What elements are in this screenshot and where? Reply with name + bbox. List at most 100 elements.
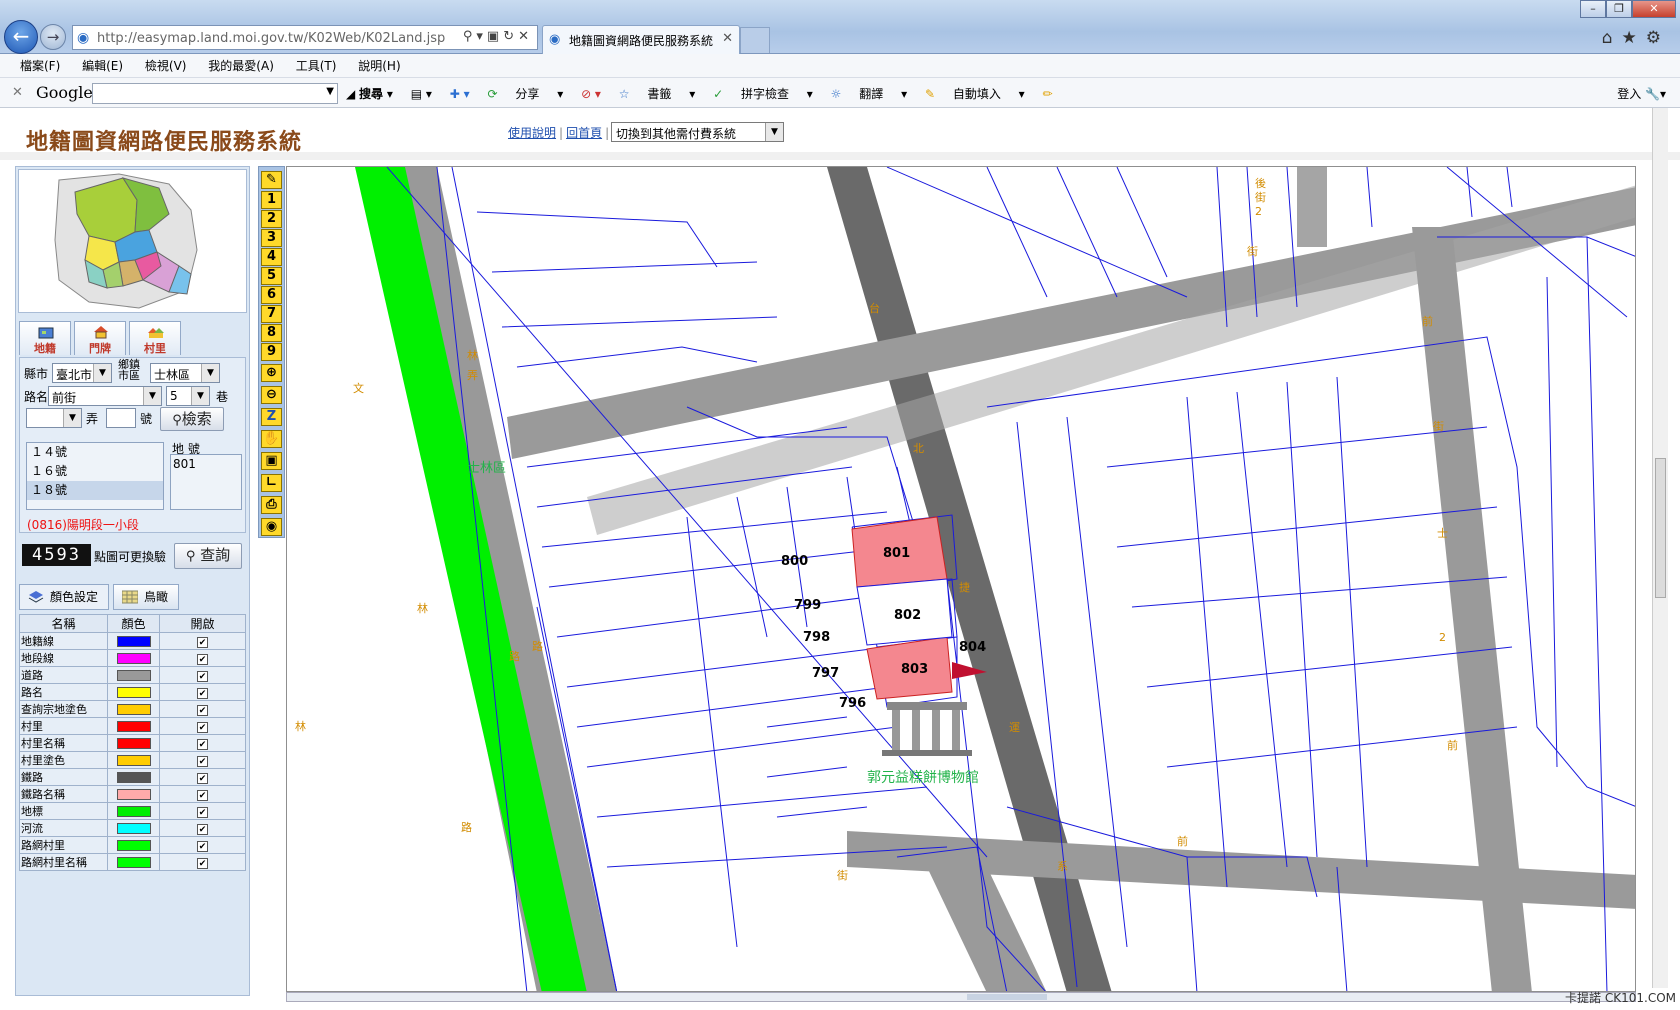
layer-checkbox[interactable]: ✔: [197, 857, 208, 869]
spellcheck-button[interactable]: ✓ 拼字檢查 ▾: [713, 87, 813, 101]
layer-color-cell[interactable]: [107, 649, 160, 667]
layer-color-cell[interactable]: [107, 853, 160, 871]
color-swatch[interactable]: [116, 669, 151, 681]
map-canvas[interactable]: 800 801 802 803 804 799 798 797 796 郭元益糕…: [287, 167, 1636, 992]
zoom-extent-icon[interactable]: Z: [261, 408, 282, 426]
layer-color-cell[interactable]: [107, 717, 160, 735]
county-select[interactable]: 臺北市 ▼: [52, 363, 112, 383]
pay-system-select[interactable]: 切換到其他需付費系統 ▼: [611, 122, 784, 142]
home-link[interactable]: 回首頁: [566, 126, 602, 140]
layer-checkbox[interactable]: ✔: [197, 823, 208, 835]
layer-checkbox[interactable]: ✔: [197, 840, 208, 852]
layer-color-cell[interactable]: [107, 819, 160, 837]
parcel-label[interactable]: 801: [883, 546, 910, 561]
color-swatch[interactable]: [116, 856, 151, 868]
google-search-input[interactable]: ▼: [92, 83, 338, 104]
menu-favorites[interactable]: 我的最愛(A): [208, 54, 274, 78]
color-swatch[interactable]: [116, 686, 151, 698]
parcel-label[interactable]: 800: [781, 554, 808, 569]
layer-checkbox[interactable]: ✔: [197, 721, 208, 733]
page-vertical-scrollbar[interactable]: [1652, 108, 1668, 988]
layer-checkbox[interactable]: ✔: [197, 636, 208, 648]
tab-house-number[interactable]: 門牌: [74, 321, 126, 355]
layer-color-cell[interactable]: [107, 734, 160, 752]
layer-color-cell[interactable]: [107, 751, 160, 769]
popup-blocker-icon[interactable]: ⊘ ▾: [581, 87, 601, 101]
tab-bird-view[interactable]: 鳥瞰: [113, 584, 180, 610]
district-minimap[interactable]: [18, 169, 247, 313]
tool-4[interactable]: 4: [261, 248, 282, 266]
cadastral-map[interactable]: 800 801 802 803 804 799 798 797 796 郭元益糕…: [286, 166, 1636, 992]
tool-8[interactable]: 8: [261, 324, 282, 342]
browser-tab[interactable]: ◉ 地籍圖資網路便民服務系統 ✕: [542, 25, 740, 54]
measure-icon[interactable]: ∟: [261, 474, 282, 492]
layer-color-cell[interactable]: [107, 683, 160, 701]
autofill-button[interactable]: ✎ 自動填入 ▾: [925, 87, 1025, 101]
menu-help[interactable]: 說明(H): [358, 54, 400, 78]
number-input[interactable]: [106, 408, 136, 428]
close-window-icon[interactable]: ✕: [1632, 0, 1676, 18]
lane-select[interactable]: 5 ▼: [166, 386, 210, 406]
parcel-label[interactable]: 803: [901, 662, 928, 677]
layer-checkbox[interactable]: ✔: [197, 653, 208, 665]
color-swatch[interactable]: [116, 754, 151, 766]
color-swatch[interactable]: [116, 805, 151, 817]
tool-2[interactable]: 2: [261, 210, 282, 228]
plus-icon[interactable]: ✚ ▾: [450, 87, 470, 101]
color-swatch[interactable]: [116, 720, 151, 732]
color-swatch[interactable]: [116, 788, 151, 800]
menu-edit[interactable]: 編輯(E): [82, 54, 123, 78]
minimize-icon[interactable]: –: [1580, 0, 1606, 18]
zoom-out-icon[interactable]: ⊖: [261, 386, 282, 404]
login-link[interactable]: 登入: [1617, 87, 1641, 101]
address-result-list[interactable]: １４號 １６號 １８號: [26, 442, 164, 510]
back-icon[interactable]: ←: [4, 20, 38, 54]
page-icon[interactable]: ▤ ▾: [411, 87, 432, 101]
color-swatch[interactable]: [116, 652, 151, 664]
color-swatch[interactable]: [116, 737, 151, 749]
parcel-label[interactable]: 798: [803, 630, 830, 645]
layer-checkbox[interactable]: ✔: [197, 738, 208, 750]
layer-color-cell[interactable]: [107, 802, 160, 820]
layer-checkbox[interactable]: ✔: [197, 704, 208, 716]
search-button[interactable]: ⚲檢索: [160, 407, 224, 431]
tool-3[interactable]: 3: [261, 229, 282, 247]
captcha-image[interactable]: 4593: [22, 544, 91, 566]
chevron-down-icon[interactable]: ▼: [326, 86, 334, 97]
parcel-label[interactable]: 797: [812, 666, 839, 681]
select-box-icon[interactable]: ▣: [261, 452, 282, 470]
color-swatch[interactable]: [116, 771, 151, 783]
parcel-label[interactable]: 802: [894, 608, 921, 623]
menu-file[interactable]: 檔案(F): [20, 54, 60, 78]
hand-icon[interactable]: ✋: [261, 430, 282, 448]
layer-checkbox[interactable]: ✔: [197, 755, 208, 767]
bookmarks-button[interactable]: ☆ 書籤 ▾: [619, 87, 695, 101]
pan-hand-icon[interactable]: ✎: [261, 171, 282, 189]
color-swatch[interactable]: [116, 703, 151, 715]
tool-5[interactable]: 5: [261, 267, 282, 285]
layer-color-cell[interactable]: [107, 666, 160, 684]
layer-checkbox[interactable]: ✔: [197, 789, 208, 801]
tab-cadastral[interactable]: 地籍: [19, 321, 71, 355]
tool-6[interactable]: 6: [261, 286, 282, 304]
google-search-button[interactable]: ◢ 搜尋 ▾: [346, 87, 393, 101]
zoom-in-icon[interactable]: ⊕: [261, 364, 282, 382]
layer-checkbox[interactable]: ✔: [197, 687, 208, 699]
parcel-label[interactable]: 799: [794, 598, 821, 613]
gear-icon[interactable]: ⚙: [1646, 28, 1670, 48]
district-select[interactable]: 士林區 ▼: [150, 363, 220, 383]
map-horizontal-scrollbar[interactable]: [286, 992, 1636, 1002]
menu-tools[interactable]: 工具(T): [296, 54, 337, 78]
share-button[interactable]: ⟳ 分享 ▾: [487, 87, 563, 101]
color-swatch[interactable]: [116, 635, 151, 647]
home-icon[interactable]: ⌂: [1602, 28, 1622, 48]
tab-color-settings[interactable]: 顏色設定: [19, 584, 110, 610]
alley-select[interactable]: ▼: [26, 408, 82, 428]
tab-close-icon[interactable]: ✕: [722, 31, 733, 46]
highlighter-icon[interactable]: ✏: [1043, 87, 1053, 101]
list-item[interactable]: １６號: [27, 462, 163, 481]
parcel-label[interactable]: 796: [839, 696, 866, 711]
layer-color-cell[interactable]: [107, 785, 160, 803]
maximize-icon[interactable]: ❐: [1606, 0, 1632, 18]
parcel-label[interactable]: 804: [959, 640, 986, 655]
